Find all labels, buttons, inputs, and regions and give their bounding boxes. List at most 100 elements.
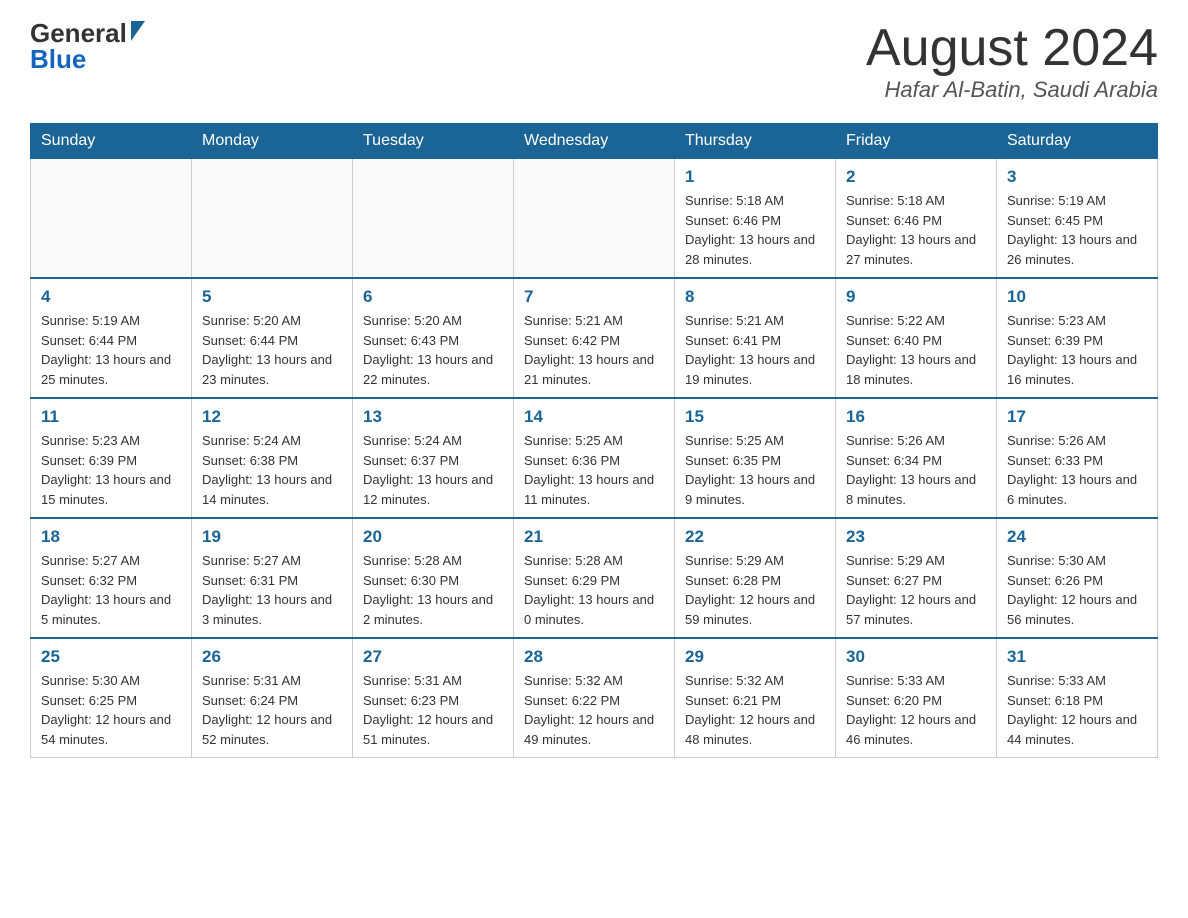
logo-general-text: General <box>30 20 127 46</box>
day-number: 29 <box>685 647 825 667</box>
day-info: Sunrise: 5:33 AM Sunset: 6:18 PM Dayligh… <box>1007 671 1147 749</box>
calendar-week-row-4: 18 Sunrise: 5:27 AM Sunset: 6:32 PM Dayli… <box>31 518 1158 638</box>
day-number: 9 <box>846 287 986 307</box>
day-info: Sunrise: 5:22 AM Sunset: 6:40 PM Dayligh… <box>846 311 986 389</box>
location-title: Hafar Al-Batin, Saudi Arabia <box>866 77 1158 103</box>
calendar-cell: 20Sunrise: 5:28 AM Sunset: 6:30 PM Dayli… <box>353 518 514 638</box>
calendar-week-row-2: 4Sunrise: 5:19 AM Sunset: 6:44 PM Daylig… <box>31 278 1158 398</box>
day-number: 15 <box>685 407 825 427</box>
calendar-cell <box>31 159 192 279</box>
day-number: 26 <box>202 647 342 667</box>
page-header: General Blue August 2024 Hafar Al-Batin,… <box>30 20 1158 103</box>
calendar-table: SundayMondayTuesdayWednesdayThursdayFrid… <box>30 123 1158 758</box>
day-info: Sunrise: 5:23 AM Sunset: 6:39 PM Dayligh… <box>1007 311 1147 389</box>
day-info: Sunrise: 5:20 AM Sunset: 6:43 PM Dayligh… <box>363 311 503 389</box>
calendar-cell: 4Sunrise: 5:19 AM Sunset: 6:44 PM Daylig… <box>31 278 192 398</box>
day-number: 23 <box>846 527 986 547</box>
weekday-header-monday: Monday <box>192 124 353 159</box>
day-number: 16 <box>846 407 986 427</box>
day-info: Sunrise: 5:20 AM Sunset: 6:44 PM Dayligh… <box>202 311 342 389</box>
calendar-cell: 23 Sunrise: 5:29 AM Sunset: 6:27 PM Dayli… <box>836 518 997 638</box>
day-info: Sunrise: 5:30 AM Sunset: 6:26 PM Dayligh… <box>1007 551 1147 629</box>
day-number: 1 <box>685 167 825 187</box>
day-info: Sunrise: 5:18 AM Sunset: 6:46 PM Dayligh… <box>846 191 986 269</box>
day-number: 22 <box>685 527 825 547</box>
day-info: Sunrise: 5:26 AM Sunset: 6:33 PM Dayligh… <box>1007 431 1147 509</box>
day-number: 8 <box>685 287 825 307</box>
day-info: Sunrise: 5:25 AM Sunset: 6:35 PM Dayligh… <box>685 431 825 509</box>
calendar-cell: 9 Sunrise: 5:22 AM Sunset: 6:40 PM Daylig… <box>836 278 997 398</box>
day-number: 19 <box>202 527 342 547</box>
weekday-header-sunday: Sunday <box>31 124 192 159</box>
calendar-cell: 26Sunrise: 5:31 AM Sunset: 6:24 PM Dayli… <box>192 638 353 758</box>
day-number: 17 <box>1007 407 1147 427</box>
calendar-cell: 22 Sunrise: 5:29 AM Sunset: 6:28 PM Dayli… <box>675 518 836 638</box>
day-number: 10 <box>1007 287 1147 307</box>
calendar-cell: 15 Sunrise: 5:25 AM Sunset: 6:35 PM Dayli… <box>675 398 836 518</box>
weekday-header-wednesday: Wednesday <box>514 124 675 159</box>
title-block: August 2024 Hafar Al-Batin, Saudi Arabia <box>866 20 1158 103</box>
day-number: 14 <box>524 407 664 427</box>
day-info: Sunrise: 5:30 AM Sunset: 6:25 PM Dayligh… <box>41 671 181 749</box>
day-info: Sunrise: 5:24 AM Sunset: 6:37 PM Dayligh… <box>363 431 503 509</box>
calendar-cell: 24 Sunrise: 5:30 AM Sunset: 6:26 PM Dayli… <box>997 518 1158 638</box>
day-number: 12 <box>202 407 342 427</box>
weekday-header-tuesday: Tuesday <box>353 124 514 159</box>
day-info: Sunrise: 5:32 AM Sunset: 6:22 PM Dayligh… <box>524 671 664 749</box>
day-info: Sunrise: 5:24 AM Sunset: 6:38 PM Dayligh… <box>202 431 342 509</box>
calendar-cell: 2Sunrise: 5:18 AM Sunset: 6:46 PM Daylig… <box>836 159 997 279</box>
day-number: 28 <box>524 647 664 667</box>
day-info: Sunrise: 5:29 AM Sunset: 6:27 PM Dayligh… <box>846 551 986 629</box>
day-number: 7 <box>524 287 664 307</box>
day-number: 5 <box>202 287 342 307</box>
day-number: 25 <box>41 647 181 667</box>
calendar-cell: 17 Sunrise: 5:26 AM Sunset: 6:33 PM Dayli… <box>997 398 1158 518</box>
day-number: 18 <box>41 527 181 547</box>
day-info: Sunrise: 5:25 AM Sunset: 6:36 PM Dayligh… <box>524 431 664 509</box>
calendar-cell: 31 Sunrise: 5:33 AM Sunset: 6:18 PM Dayli… <box>997 638 1158 758</box>
day-info: Sunrise: 5:21 AM Sunset: 6:42 PM Dayligh… <box>524 311 664 389</box>
calendar-cell: 28 Sunrise: 5:32 AM Sunset: 6:22 PM Dayli… <box>514 638 675 758</box>
day-info: Sunrise: 5:27 AM Sunset: 6:31 PM Dayligh… <box>202 551 342 629</box>
day-info: Sunrise: 5:21 AM Sunset: 6:41 PM Dayligh… <box>685 311 825 389</box>
day-info: Sunrise: 5:18 AM Sunset: 6:46 PM Dayligh… <box>685 191 825 269</box>
calendar-cell: 16Sunrise: 5:26 AM Sunset: 6:34 PM Dayli… <box>836 398 997 518</box>
day-number: 24 <box>1007 527 1147 547</box>
day-number: 6 <box>363 287 503 307</box>
calendar-cell: 11 Sunrise: 5:23 AM Sunset: 6:39 PM Dayli… <box>31 398 192 518</box>
logo-blue-text: Blue <box>30 46 86 72</box>
calendar-cell: 1 Sunrise: 5:18 AM Sunset: 6:46 PM Daylig… <box>675 159 836 279</box>
weekday-header-saturday: Saturday <box>997 124 1158 159</box>
day-info: Sunrise: 5:31 AM Sunset: 6:23 PM Dayligh… <box>363 671 503 749</box>
calendar-cell: 14 Sunrise: 5:25 AM Sunset: 6:36 PM Dayli… <box>514 398 675 518</box>
day-number: 4 <box>41 287 181 307</box>
day-info: Sunrise: 5:23 AM Sunset: 6:39 PM Dayligh… <box>41 431 181 509</box>
day-info: Sunrise: 5:27 AM Sunset: 6:32 PM Dayligh… <box>41 551 181 629</box>
calendar-week-row-3: 11 Sunrise: 5:23 AM Sunset: 6:39 PM Dayli… <box>31 398 1158 518</box>
weekday-header-row: SundayMondayTuesdayWednesdayThursdayFrid… <box>31 124 1158 159</box>
calendar-cell: 5 Sunrise: 5:20 AM Sunset: 6:44 PM Daylig… <box>192 278 353 398</box>
day-number: 31 <box>1007 647 1147 667</box>
calendar-week-row-1: 1 Sunrise: 5:18 AM Sunset: 6:46 PM Daylig… <box>31 159 1158 279</box>
calendar-cell: 7 Sunrise: 5:21 AM Sunset: 6:42 PM Daylig… <box>514 278 675 398</box>
day-number: 13 <box>363 407 503 427</box>
calendar-cell <box>353 159 514 279</box>
calendar-cell: 19 Sunrise: 5:27 AM Sunset: 6:31 PM Dayli… <box>192 518 353 638</box>
calendar-cell: 29Sunrise: 5:32 AM Sunset: 6:21 PM Dayli… <box>675 638 836 758</box>
day-info: Sunrise: 5:29 AM Sunset: 6:28 PM Dayligh… <box>685 551 825 629</box>
day-number: 3 <box>1007 167 1147 187</box>
calendar-cell <box>514 159 675 279</box>
calendar-cell: 21Sunrise: 5:28 AM Sunset: 6:29 PM Dayli… <box>514 518 675 638</box>
day-info: Sunrise: 5:19 AM Sunset: 6:45 PM Dayligh… <box>1007 191 1147 269</box>
calendar-cell: 3 Sunrise: 5:19 AM Sunset: 6:45 PM Daylig… <box>997 159 1158 279</box>
day-number: 27 <box>363 647 503 667</box>
calendar-cell: 25 Sunrise: 5:30 AM Sunset: 6:25 PM Dayli… <box>31 638 192 758</box>
calendar-cell: 12 Sunrise: 5:24 AM Sunset: 6:38 PM Dayli… <box>192 398 353 518</box>
day-number: 20 <box>363 527 503 547</box>
calendar-week-row-5: 25 Sunrise: 5:30 AM Sunset: 6:25 PM Dayli… <box>31 638 1158 758</box>
day-number: 21 <box>524 527 664 547</box>
calendar-cell: 8 Sunrise: 5:21 AM Sunset: 6:41 PM Daylig… <box>675 278 836 398</box>
calendar-cell: 13 Sunrise: 5:24 AM Sunset: 6:37 PM Dayli… <box>353 398 514 518</box>
day-number: 11 <box>41 407 181 427</box>
calendar-cell: 18 Sunrise: 5:27 AM Sunset: 6:32 PM Dayli… <box>31 518 192 638</box>
